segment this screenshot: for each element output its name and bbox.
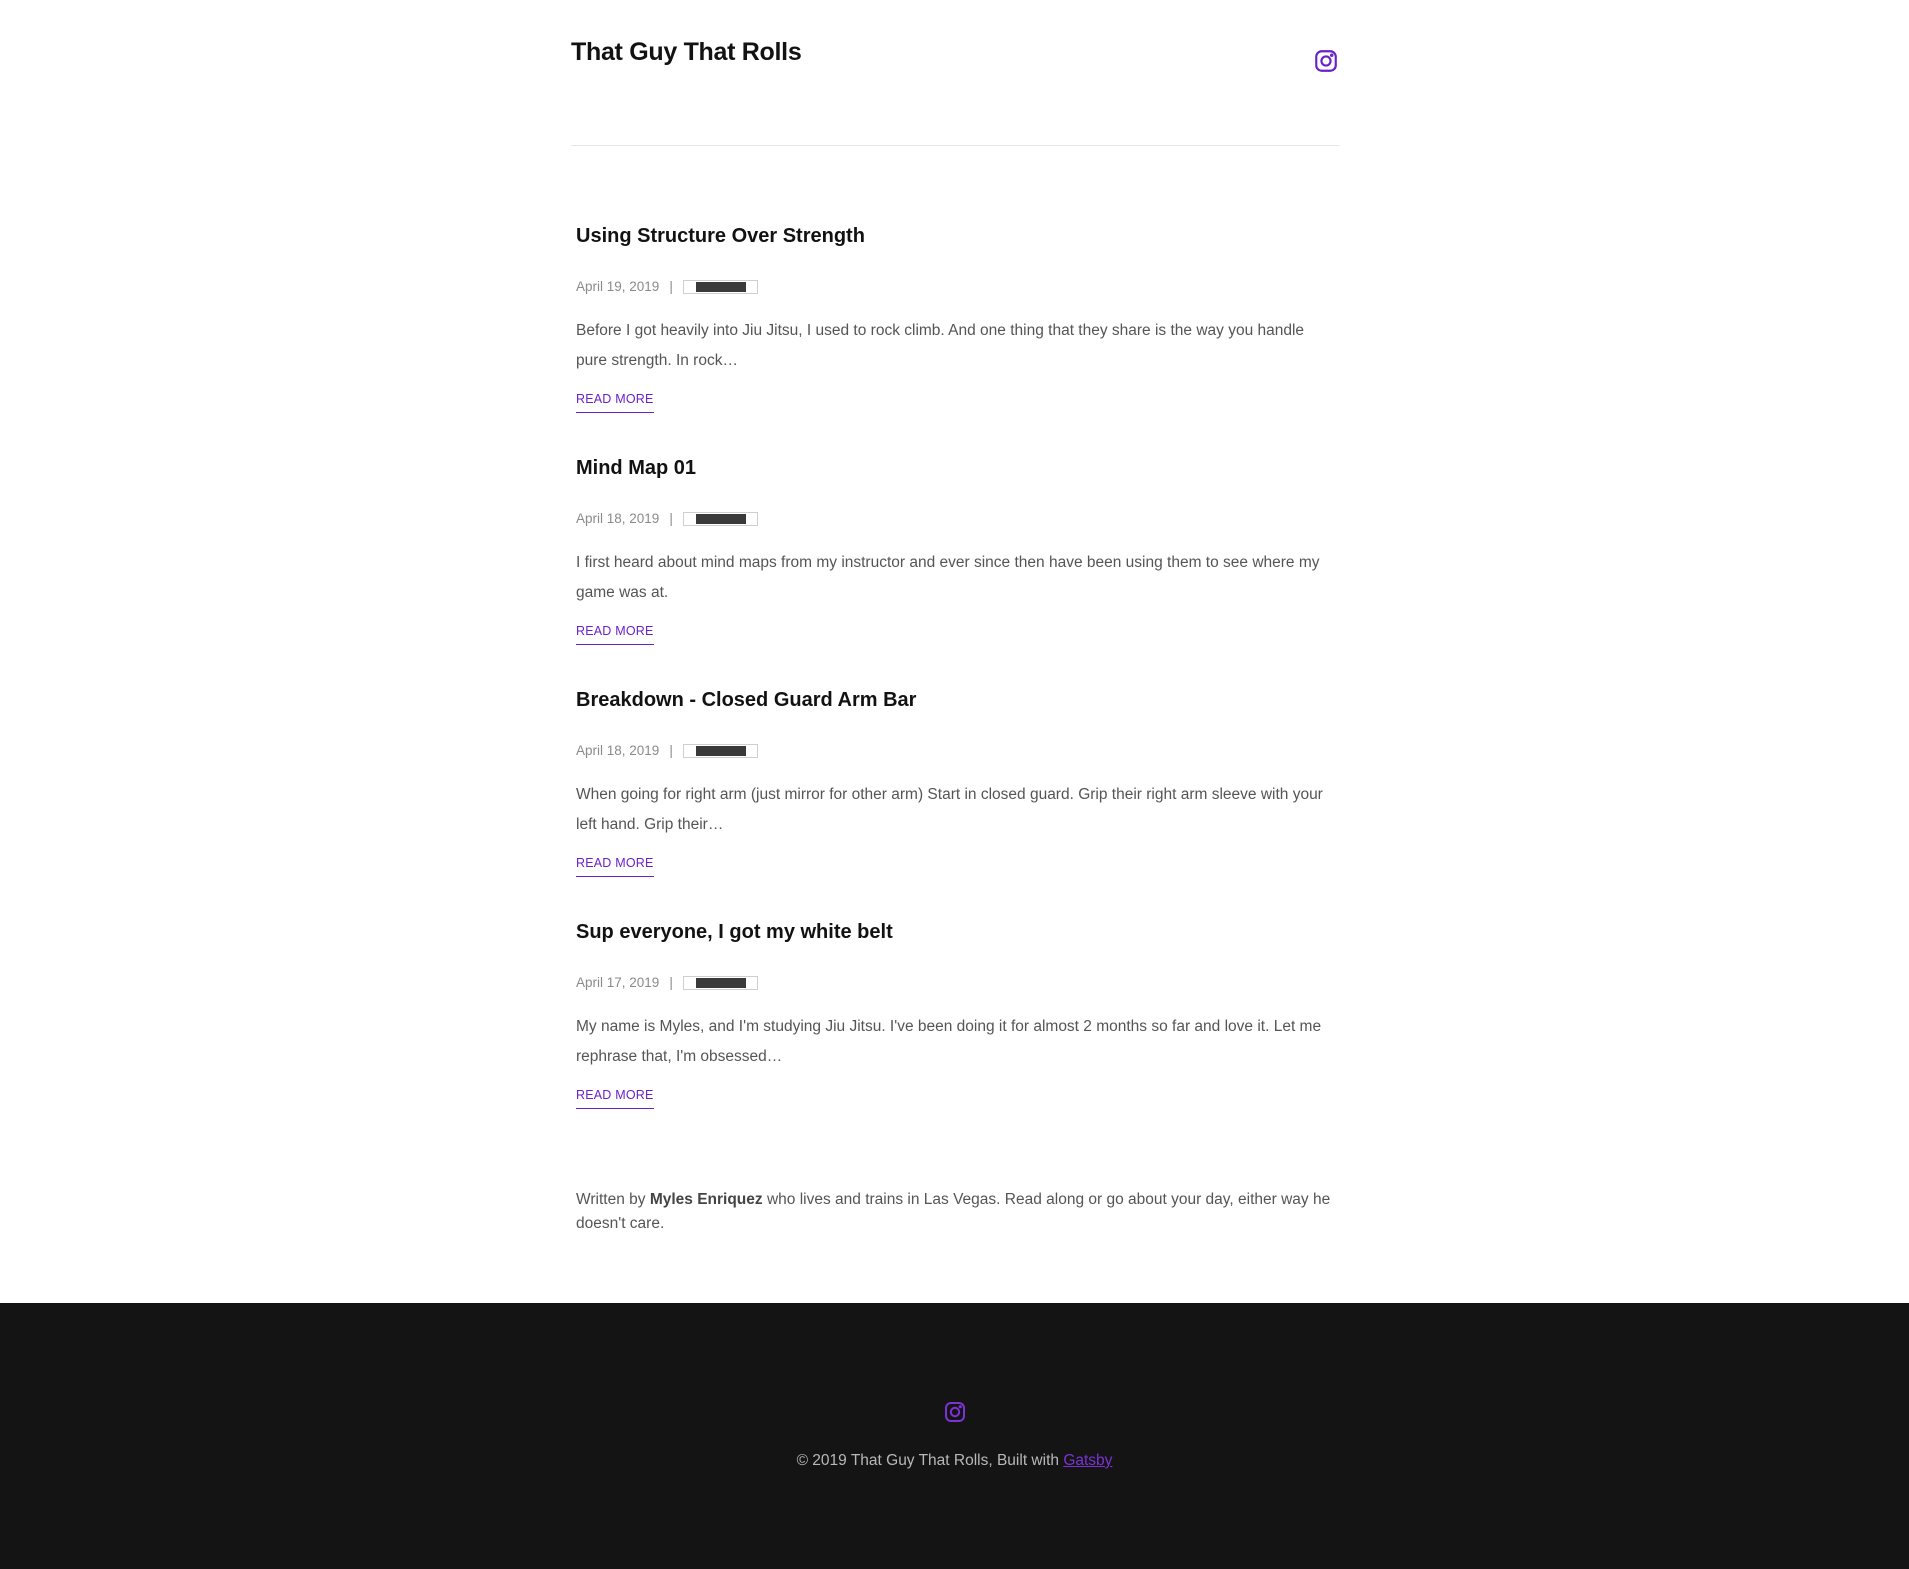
instagram-icon[interactable] (1313, 48, 1339, 74)
post-excerpt: When going for right arm (just mirror fo… (576, 786, 1323, 833)
post-excerpt: I first heard about mind maps from my in… (576, 554, 1320, 601)
post-date: April 18, 2019 (576, 511, 660, 526)
post-title[interactable]: Using Structure Over Strength (576, 225, 865, 248)
read-more-link[interactable]: READ MORE (576, 392, 654, 413)
post-meta: April 18, 2019 | (576, 743, 758, 758)
meta-separator: | (669, 743, 673, 758)
post-meta: April 17, 2019 | (576, 975, 758, 990)
author-bio: Written by Myles Enriquez who lives and … (576, 1188, 1339, 1236)
reading-time-placeholder (682, 975, 758, 990)
copyright: © 2019 That Guy That Rolls, Built with G… (0, 1452, 1909, 1470)
meta-separator: | (669, 975, 673, 990)
site-title[interactable]: That Guy That Rolls (571, 38, 802, 67)
post-meta: April 19, 2019 | (576, 279, 758, 294)
meta-separator: | (669, 511, 673, 526)
site-footer: © 2019 That Guy That Rolls, Built with G… (0, 1303, 1909, 1569)
meta-separator: | (669, 279, 673, 294)
page: That Guy That Rolls Using Structure Over… (0, 0, 1909, 1569)
post-meta: April 18, 2019 | (576, 511, 758, 526)
bio-prefix: Written by (576, 1191, 646, 1208)
site-header: That Guy That Rolls (571, 0, 1339, 146)
post-date: April 19, 2019 (576, 279, 660, 294)
read-more-link[interactable]: READ MORE (576, 856, 654, 877)
post-excerpt: My name is Myles, and I'm studying Jiu J… (576, 1018, 1322, 1065)
post-title[interactable]: Breakdown - Closed Guard Arm Bar (576, 689, 916, 712)
post-date: April 18, 2019 (576, 743, 660, 758)
reading-time-placeholder (682, 743, 758, 758)
reading-time-placeholder (682, 279, 758, 294)
post-title[interactable]: Sup everyone, I got my white belt (576, 921, 893, 944)
gatsby-link[interactable]: Gatsby (1063, 1452, 1112, 1469)
read-more-link[interactable]: READ MORE (576, 1088, 654, 1109)
read-more-link[interactable]: READ MORE (576, 624, 654, 645)
post-excerpt: Before I got heavily into Jiu Jitsu, I u… (576, 322, 1305, 369)
copyright-text: © 2019 That Guy That Rolls, Built with (796, 1452, 1059, 1469)
instagram-icon[interactable] (943, 1400, 967, 1424)
bio-author: Myles Enriquez (649, 1191, 763, 1208)
reading-time-placeholder (682, 511, 758, 526)
post-title[interactable]: Mind Map 01 (576, 457, 696, 480)
post-date: April 17, 2019 (576, 975, 660, 990)
